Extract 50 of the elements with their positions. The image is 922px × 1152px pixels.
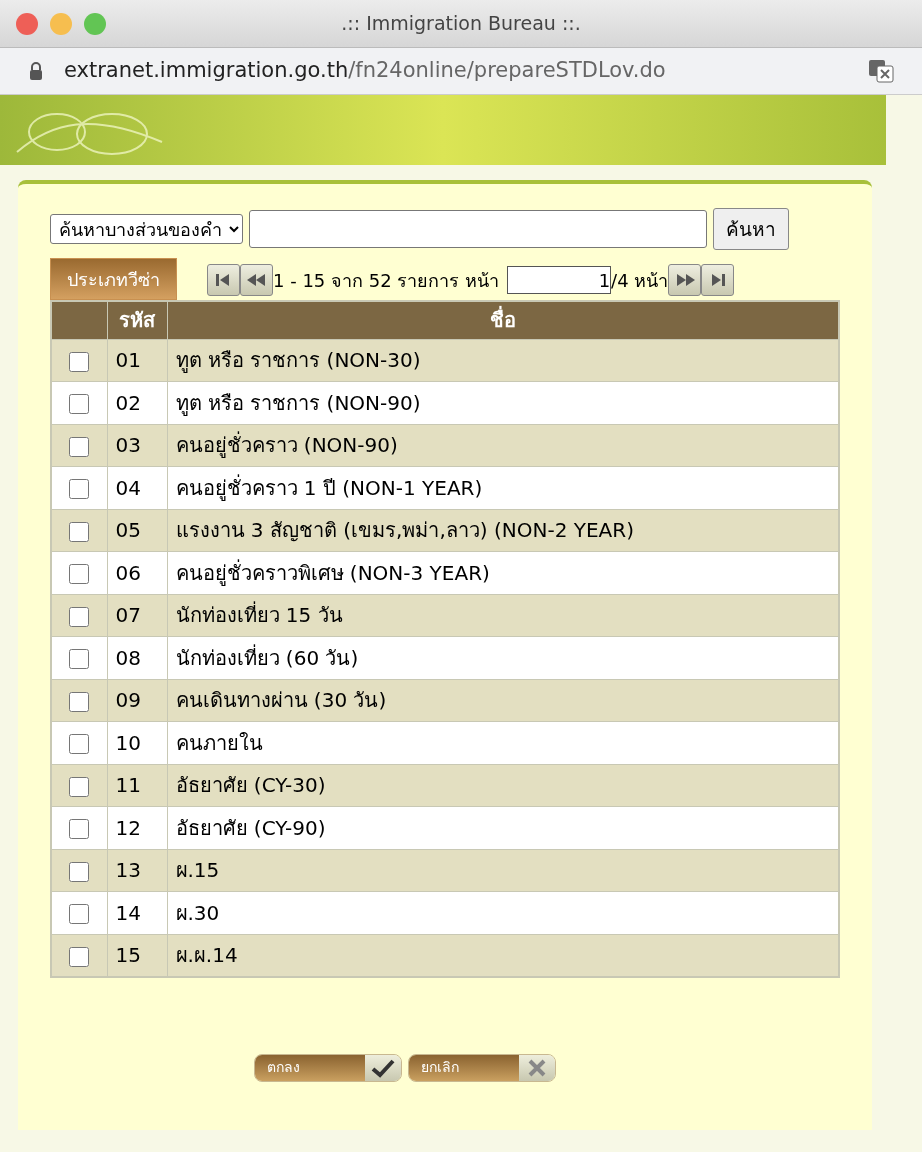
row-checkbox[interactable] [69, 521, 90, 542]
table-cell: 11 [107, 764, 167, 807]
row-checkbox[interactable] [69, 946, 90, 967]
row-checkbox[interactable] [69, 734, 90, 755]
table-cell: 05 [107, 509, 167, 552]
cancel-button[interactable]: ยกเลิก [408, 1053, 556, 1082]
search-field[interactable] [249, 210, 707, 248]
close-window-button[interactable] [16, 12, 38, 35]
row-checkbox[interactable] [69, 861, 90, 882]
ok-button[interactable]: ตกลง [254, 1053, 402, 1082]
table-cell: 02 [107, 381, 167, 424]
rewind-icon [245, 272, 268, 288]
row-checkbox[interactable] [69, 819, 90, 840]
table-cell: 01 [107, 339, 167, 382]
previous-page-button[interactable] [240, 264, 273, 296]
row-checkbox[interactable] [69, 649, 90, 670]
table-cell: 06 [107, 551, 167, 594]
row-checkbox[interactable] [69, 606, 90, 627]
row-checkbox[interactable] [69, 351, 90, 372]
table-cell: 12 [107, 806, 167, 849]
column-header: รหัส [107, 301, 167, 339]
table-cell: 03 [107, 424, 167, 467]
page-total: /4 หน้า [611, 268, 669, 293]
table-cell: 14 [107, 891, 167, 934]
page-number-field[interactable]: 1 [507, 266, 612, 294]
close-icon [526, 1057, 548, 1078]
next-page-button[interactable] [668, 264, 702, 296]
row-checkbox[interactable] [69, 394, 90, 415]
lock-icon [28, 61, 44, 81]
last-page-button[interactable] [701, 264, 735, 296]
row-checkbox[interactable] [69, 564, 90, 585]
translate-icon[interactable] [868, 59, 894, 83]
table-cell: 10 [107, 721, 167, 764]
row-checkbox[interactable] [69, 691, 90, 712]
search-mode-dropdown[interactable]: ค้นหาบางส่วนของคำ [50, 214, 243, 244]
page-summary: 1 - 15 จาก 52 รายการ หน้า [273, 268, 500, 293]
table-cell: 13 [107, 849, 167, 892]
table-cell: 09 [107, 679, 167, 722]
table-cell: 04 [107, 466, 167, 509]
row-checkbox[interactable] [69, 479, 90, 500]
table-cell: 07 [107, 594, 167, 637]
row-checkbox[interactable] [69, 436, 90, 457]
row-checkbox[interactable] [69, 904, 90, 925]
url-text[interactable]: extranet.immigration.go.th/fn24online/prepareSTDLov.do [64, 55, 666, 87]
window-title: .:: Immigration Bureau ::. [341, 11, 581, 37]
table-cell: 08 [107, 636, 167, 679]
row-checkbox[interactable] [69, 776, 90, 797]
first-page-button[interactable] [207, 264, 240, 296]
check-icon [370, 1057, 396, 1078]
search-button[interactable]: ค้นหา [713, 208, 789, 250]
